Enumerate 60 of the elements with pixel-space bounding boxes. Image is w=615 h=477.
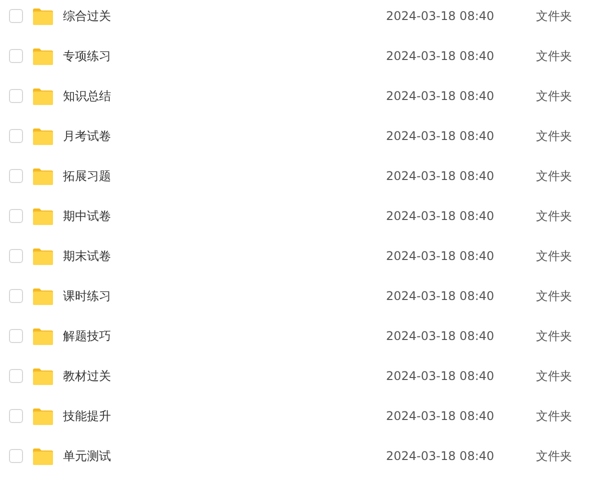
file-type: 文件夹 bbox=[536, 168, 572, 184]
folder-name[interactable]: 专项练习 bbox=[63, 48, 386, 64]
folder-icon bbox=[33, 368, 53, 384]
folder-icon bbox=[33, 88, 53, 104]
file-type: 文件夹 bbox=[536, 208, 572, 224]
folder-icon bbox=[33, 288, 53, 304]
modified-date: 2024-03-18 08:40 bbox=[386, 409, 496, 423]
checkbox[interactable] bbox=[9, 169, 23, 183]
file-type: 文件夹 bbox=[536, 368, 572, 384]
folder-name[interactable]: 教材过关 bbox=[63, 368, 386, 384]
folder-icon bbox=[33, 448, 53, 464]
modified-date: 2024-03-18 08:40 bbox=[386, 369, 496, 383]
folder-name[interactable]: 月考试卷 bbox=[63, 128, 386, 144]
folder-name[interactable]: 拓展习题 bbox=[63, 168, 386, 184]
modified-date: 2024-03-18 08:40 bbox=[386, 169, 496, 183]
folder-icon bbox=[33, 248, 53, 264]
folder-icon bbox=[33, 328, 53, 344]
checkbox[interactable] bbox=[9, 289, 23, 303]
folder-icon bbox=[33, 408, 53, 424]
modified-date: 2024-03-18 08:40 bbox=[386, 89, 496, 103]
modified-date: 2024-03-18 08:40 bbox=[386, 49, 496, 63]
folder-icon bbox=[33, 128, 53, 144]
checkbox[interactable] bbox=[9, 449, 23, 463]
checkbox[interactable] bbox=[9, 129, 23, 143]
modified-date: 2024-03-18 08:40 bbox=[386, 329, 496, 343]
file-type: 文件夹 bbox=[536, 448, 572, 464]
modified-date: 2024-03-18 08:40 bbox=[386, 209, 496, 223]
checkbox[interactable] bbox=[9, 209, 23, 223]
checkbox[interactable] bbox=[9, 249, 23, 263]
checkbox[interactable] bbox=[9, 9, 23, 23]
folder-icon bbox=[33, 8, 53, 24]
checkbox[interactable] bbox=[9, 369, 23, 383]
checkbox[interactable] bbox=[9, 409, 23, 423]
checkbox[interactable] bbox=[9, 49, 23, 63]
file-type: 文件夹 bbox=[536, 128, 572, 144]
checkbox[interactable] bbox=[9, 89, 23, 103]
file-type: 文件夹 bbox=[536, 288, 572, 304]
file-type: 文件夹 bbox=[536, 48, 572, 64]
checkbox[interactable] bbox=[9, 329, 23, 343]
file-type: 文件夹 bbox=[536, 408, 572, 424]
file-type: 文件夹 bbox=[536, 248, 572, 264]
file-type: 文件夹 bbox=[536, 88, 572, 104]
folder-icon bbox=[33, 208, 53, 224]
folder-name[interactable]: 期中试卷 bbox=[63, 208, 386, 224]
file-type: 文件夹 bbox=[536, 8, 572, 24]
folder-name[interactable]: 综合过关 bbox=[63, 8, 386, 24]
modified-date: 2024-03-18 08:40 bbox=[386, 449, 496, 463]
modified-date: 2024-03-18 08:40 bbox=[386, 129, 496, 143]
folder-icon bbox=[33, 48, 53, 64]
folder-icon bbox=[33, 168, 53, 184]
folder-name[interactable]: 期末试卷 bbox=[63, 248, 386, 264]
folder-name[interactable]: 技能提升 bbox=[63, 408, 386, 424]
folder-name[interactable]: 单元测试 bbox=[63, 448, 386, 464]
modified-date: 2024-03-18 08:40 bbox=[386, 249, 496, 263]
modified-date: 2024-03-18 08:40 bbox=[386, 9, 496, 23]
folder-name[interactable]: 知识总结 bbox=[63, 88, 386, 104]
file-type: 文件夹 bbox=[536, 328, 572, 344]
folder-name[interactable]: 课时练习 bbox=[63, 288, 386, 304]
modified-date: 2024-03-18 08:40 bbox=[386, 289, 496, 303]
folder-name[interactable]: 解题技巧 bbox=[63, 328, 386, 344]
